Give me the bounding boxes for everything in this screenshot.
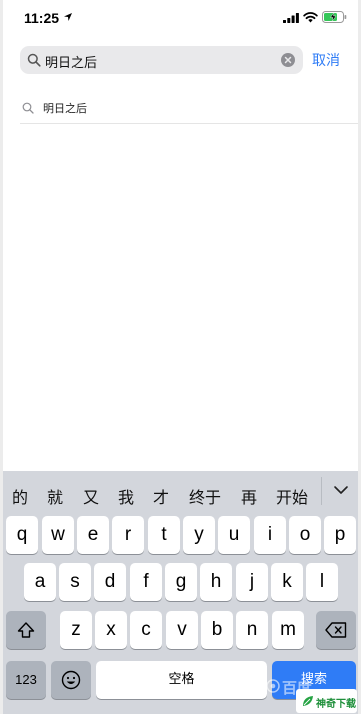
shift-icon [17, 622, 35, 638]
candidate-word[interactable]: 又 [83, 484, 99, 508]
candidate-word[interactable]: 开始 [276, 484, 308, 508]
backspace-icon [325, 622, 347, 638]
status-time: 11:25 [24, 10, 60, 26]
key-o[interactable]: o [289, 516, 321, 554]
space-key[interactable]: 空格 [96, 661, 267, 699]
candidate-divider [321, 477, 322, 505]
signal-icon [283, 13, 299, 23]
site-badge: 神奇下载 [296, 689, 357, 713]
search-icon [22, 102, 34, 114]
search-input[interactable]: 明日之后 [20, 46, 303, 74]
key-s[interactable]: s [59, 563, 91, 601]
battery-charging-icon [322, 11, 347, 23]
cancel-button[interactable]: 取消 [312, 50, 340, 70]
search-icon [27, 53, 41, 67]
location-arrow-icon [64, 13, 72, 21]
key-f[interactable]: f [130, 563, 162, 601]
emoji-icon [61, 670, 81, 690]
candidate-word[interactable]: 终于 [189, 484, 221, 508]
suggestion-item[interactable]: 明日之后 [20, 92, 358, 124]
suggestion-label: 明日之后 [43, 102, 87, 115]
candidate-word[interactable]: 我 [118, 484, 134, 508]
key-y[interactable]: y [183, 516, 215, 554]
key-v[interactable]: v [166, 611, 198, 649]
key-g[interactable]: g [165, 563, 197, 601]
key-z[interactable]: z [60, 611, 92, 649]
key-w[interactable]: w [42, 516, 74, 554]
key-a[interactable]: a [24, 563, 56, 601]
key-x[interactable]: x [95, 611, 127, 649]
key-c[interactable]: c [130, 611, 162, 649]
clear-icon[interactable] [281, 53, 295, 67]
key-b[interactable]: b [201, 611, 233, 649]
key-u[interactable]: u [218, 516, 250, 554]
search-query-text: 明日之后 [45, 56, 98, 71]
candidate-bar: 的 就 又 我 才 终于 再 开始 [3, 471, 358, 511]
key-k[interactable]: k [271, 563, 303, 601]
candidate-word[interactable]: 的 [12, 484, 28, 508]
key-n[interactable]: n [236, 611, 268, 649]
candidate-word[interactable]: 才 [153, 484, 169, 508]
key-d[interactable]: d [94, 563, 126, 601]
key-e[interactable]: e [77, 516, 109, 554]
candidate-word[interactable]: 就 [47, 484, 63, 508]
key-m[interactable]: m [272, 611, 304, 649]
key-r[interactable]: r [112, 516, 144, 554]
key-p[interactable]: p [324, 516, 356, 554]
chevron-down-icon[interactable] [333, 484, 349, 496]
shift-key[interactable] [6, 611, 46, 649]
key-q[interactable]: q [6, 516, 38, 554]
emoji-key[interactable] [51, 661, 91, 699]
wifi-icon [303, 12, 318, 23]
badge-text: 神奇下载 [316, 699, 356, 710]
candidate-word[interactable]: 再 [241, 484, 257, 508]
numbers-key[interactable]: 123 [6, 661, 46, 699]
leaf-logo-icon [303, 696, 313, 706]
key-i[interactable]: i [254, 516, 286, 554]
key-t[interactable]: t [148, 516, 180, 554]
key-h[interactable]: h [200, 563, 232, 601]
delete-key[interactable] [316, 611, 356, 649]
status-bar: 11:25 [0, 0, 361, 38]
key-l[interactable]: l [306, 563, 338, 601]
baidu-logo-icon [266, 679, 280, 693]
key-j[interactable]: j [236, 563, 268, 601]
